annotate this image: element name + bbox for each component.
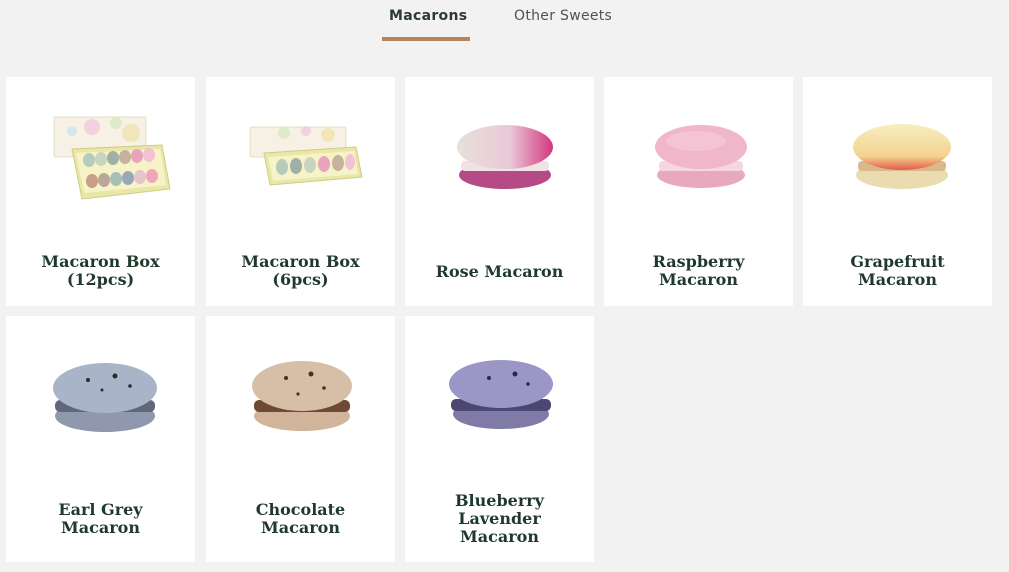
product-name: Chocolate Macaron	[255, 500, 346, 537]
raspberry-macaron-image	[655, 125, 747, 188]
product-name: Grapefruit Macaron	[850, 252, 945, 289]
active-tab-indicator	[382, 37, 470, 41]
product-name: Blueberry Lavender Macaron	[455, 491, 544, 546]
product-card-rose-macaron[interactable]: Rose Macaron	[405, 77, 594, 306]
product-card-grapefruit-macaron[interactable]: Grapefruit Macaron	[803, 77, 992, 306]
tab-macarons[interactable]: Macarons	[389, 8, 467, 24]
tab-other-sweets[interactable]: Other Sweets	[514, 8, 612, 24]
macaron-box-6-image	[249, 126, 363, 186]
category-tabs: Macarons Other Sweets	[0, 0, 1009, 44]
blueberry-lavender-macaron-image	[449, 360, 553, 429]
product-card-macaron-box-6[interactable]: Macaron Box (6pcs)	[206, 77, 395, 306]
product-name: Macaron Box (6pcs)	[241, 252, 360, 289]
product-card-earl-grey-macaron[interactable]: Earl Grey Macaron	[6, 316, 195, 562]
product-name: Macaron Box (12pcs)	[41, 252, 160, 289]
macaron-box-12-image	[53, 116, 171, 200]
product-card-blueberry-lavender-macaron[interactable]: Blueberry Lavender Macaron	[405, 316, 594, 562]
rose-macaron-image	[457, 125, 553, 189]
product-card-macaron-box-12[interactable]: Macaron Box (12pcs)	[6, 77, 195, 306]
product-card-raspberry-macaron[interactable]: Raspberry Macaron	[604, 77, 793, 306]
chocolate-macaron-image	[252, 361, 352, 431]
grapefruit-macaron-image	[853, 124, 951, 189]
earl-grey-macaron-image	[53, 363, 157, 432]
product-card-chocolate-macaron[interactable]: Chocolate Macaron	[206, 316, 395, 562]
product-name: Rose Macaron	[435, 262, 564, 281]
product-name: Earl Grey Macaron	[58, 500, 143, 537]
product-name: Raspberry Macaron	[652, 252, 745, 289]
